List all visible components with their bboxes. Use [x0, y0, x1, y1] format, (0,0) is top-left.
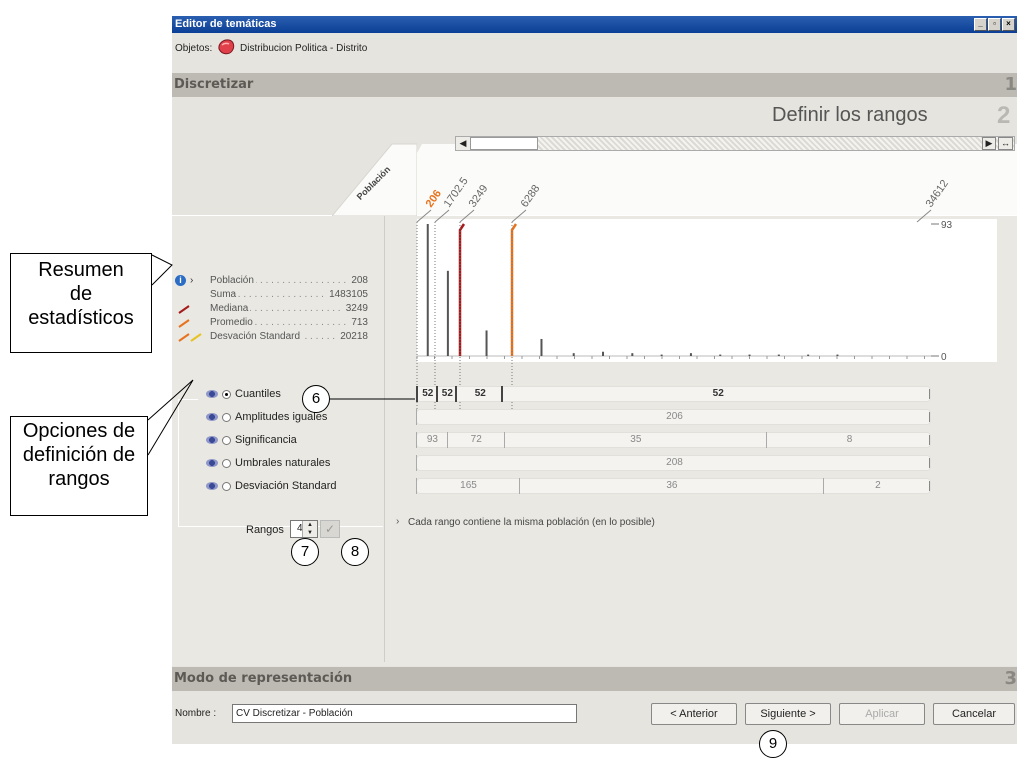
stat-label: Suma	[210, 289, 239, 300]
stat-label: Mediana	[210, 303, 251, 314]
annotation-options-line1: Opciones de	[22, 420, 136, 442]
stat-label: Desvación Standard	[210, 331, 303, 342]
callout-7: 7	[291, 538, 319, 566]
annotation-statistics-line3: estadísticos	[28, 307, 134, 329]
callout-8: 8	[341, 538, 369, 566]
annotation-options-box: Opciones de definición de rangos	[10, 416, 148, 516]
callout-9: 9	[759, 730, 787, 758]
stat-label: Población	[210, 275, 256, 286]
callout-6: 6	[302, 385, 330, 413]
annotation-lines	[147, 254, 415, 456]
stat-label: Promedio	[210, 317, 255, 328]
annotation-options-line3: rangos	[48, 468, 110, 490]
annotation-options-line2: definición de	[22, 444, 136, 466]
annotation-statistics-line1: Resumen	[38, 259, 124, 281]
annotation-statistics-line2: de	[69, 283, 93, 305]
annotation-statistics-box: Resumen de estadísticos	[10, 253, 152, 353]
